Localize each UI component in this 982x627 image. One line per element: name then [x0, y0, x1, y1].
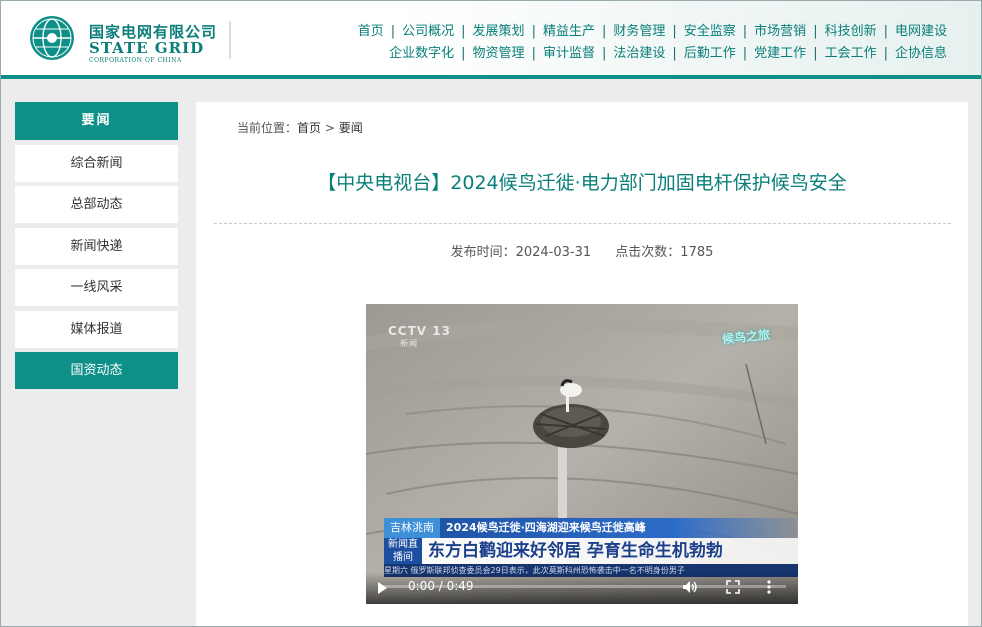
publish-date: 发布时间：2024-03-31 — [450, 245, 592, 260]
caption-location: 吉林洮南 — [384, 518, 440, 538]
nav-link-r2-3[interactable]: 法治建设 — [609, 46, 669, 61]
site-header: 国家电网有限公司 STATE GRID CORPORATION OF CHINA… — [1, 1, 981, 77]
video-progress-bar[interactable] — [378, 585, 786, 588]
breadcrumb-separator: > — [324, 121, 335, 135]
logo-divider — [229, 21, 231, 59]
nav-separator: | — [883, 24, 888, 39]
breadcrumb: 当前位置：首页 > 要闻 — [237, 119, 363, 136]
nav-separator: | — [883, 46, 888, 61]
nav-row-2: 企业数字化 | 物资管理 | 审计监督 | 法治建设 | 后勤工作 | 党建工作 | 工会工作 | 企协信息 — [354, 43, 951, 65]
nav-link-r1-4[interactable]: 财务管理 — [609, 24, 669, 39]
header-accent-bar — [1, 75, 981, 79]
logo[interactable]: 国家电网有限公司 STATE GRID CORPORATION OF CHINA — [29, 15, 229, 65]
nav-separator: | — [531, 46, 536, 61]
channel-name: CCTV 13 — [388, 324, 451, 338]
breadcrumb-prefix: 当前位置： — [237, 121, 298, 135]
nav-separator: | — [742, 24, 748, 39]
page-frame: 国家电网有限公司 STATE GRID CORPORATION OF CHINA… — [0, 0, 982, 627]
caption-headline: 东方白鹳迎来好邻居 孕育生命生机勃勃 — [428, 541, 723, 561]
play-icon[interactable] — [378, 582, 387, 594]
nav-link-r1-0[interactable]: 首页 — [354, 24, 388, 39]
caption-headline-bar: 新闻直播间 东方白鹳迎来好邻居 孕育生命生机勃勃 — [384, 538, 798, 564]
sidebar-item-1[interactable]: 总部动态 — [15, 186, 178, 223]
video-controls: 0:00 / 0:49 — [366, 572, 798, 604]
title-divider — [214, 223, 951, 224]
nav-link-r2-6[interactable]: 工会工作 — [821, 46, 881, 61]
nav-separator: | — [390, 24, 396, 39]
nav-link-r2-1[interactable]: 物资管理 — [469, 46, 529, 61]
nav-link-r2-2[interactable]: 审计监督 — [539, 46, 599, 61]
nav-link-r1-6[interactable]: 市场营销 — [750, 24, 810, 39]
caption-subtitle: 2024候鸟迁徙·四海湖迎来候鸟迁徙高峰 — [446, 521, 646, 534]
nav-separator: | — [672, 24, 677, 39]
sidebar: 要闻 综合新闻总部动态新闻快递一线风采媒体报道国资动态 — [15, 102, 178, 394]
article-panel: 当前位置：首页 > 要闻 【中央电视台】2024候鸟迁徙·电力部门加固电杆保护候… — [196, 102, 968, 626]
click-count: 点击次数：1785 — [615, 245, 714, 260]
breadcrumb-current-link[interactable]: 要闻 — [339, 121, 363, 135]
nav-link-r1-8[interactable]: 电网建设 — [891, 24, 951, 39]
sidebar-item-3[interactable]: 一线风采 — [15, 269, 178, 306]
nav-row-1: 首页 | 公司概况 | 发展策划 | 精益生产 | 财务管理 | 安全监察 | 市场营销 | 科技创新 | 电网… — [354, 21, 951, 43]
sidebar-item-5[interactable]: 国资动态 — [15, 352, 178, 389]
nav-link-r2-7[interactable]: 企协信息 — [891, 46, 951, 61]
article-meta: 发布时间：2024-03-31 点击次数：1785 — [196, 241, 968, 260]
sidebar-item-4[interactable]: 媒体报道 — [15, 310, 178, 348]
sidebar-heading[interactable]: 要闻 — [15, 102, 178, 140]
nav-separator: | — [601, 24, 607, 39]
breadcrumb-home-link[interactable]: 首页 — [297, 121, 321, 135]
main-nav: 首页 | 公司概况 | 发展策划 | 精益生产 | 财务管理 | 安全监察 | 市场营销 | 科技创新 | 电网… — [354, 21, 951, 65]
nav-link-r1-7[interactable]: 科技创新 — [821, 24, 881, 39]
article-title: 【中央电视台】2024候鸟迁徙·电力部门加固电杆保护候鸟安全 — [317, 172, 847, 194]
nav-separator: | — [813, 46, 818, 61]
program-tag: 新闻直播间 — [384, 538, 422, 564]
nav-link-r2-4[interactable]: 后勤工作 — [680, 46, 740, 61]
caption-location-bar: 吉林洮南 2024候鸟迁徙·四海湖迎来候鸟迁徙高峰 — [384, 518, 797, 538]
nav-separator: | — [813, 24, 818, 39]
nav-link-r1-2[interactable]: 发展策划 — [469, 24, 529, 39]
nav-separator: | — [531, 24, 536, 39]
logo-subtitle: CORPORATION OF CHINA — [89, 57, 182, 64]
channel-subname: 新闻 — [400, 339, 418, 348]
nav-separator: | — [461, 24, 466, 39]
sidebar-item-2[interactable]: 新闻快递 — [15, 227, 178, 265]
nav-link-r1-5[interactable]: 安全监察 — [680, 24, 740, 39]
nav-separator: | — [672, 46, 677, 61]
logo-english-name: STATE GRID — [89, 39, 205, 57]
nav-separator: | — [461, 46, 466, 61]
nav-link-r2-0[interactable]: 企业数字化 — [385, 46, 458, 61]
sidebar-item-0[interactable]: 综合新闻 — [15, 144, 178, 182]
nav-link-r1-3[interactable]: 精益生产 — [539, 24, 599, 39]
nav-link-r2-5[interactable]: 党建工作 — [750, 46, 810, 61]
nav-separator: | — [601, 46, 607, 61]
channel-logo: CCTV 13 新闻 — [388, 324, 451, 349]
nav-separator: | — [742, 46, 748, 61]
nav-link-r1-1[interactable]: 公司概况 — [398, 24, 458, 39]
video-player[interactable]: CCTV 13 新闻 候鸟之旅 吉林洮南 2024候鸟迁徙·四海湖迎来候鸟迁徙高峰… — [366, 304, 798, 604]
state-grid-globe-icon — [30, 16, 74, 60]
